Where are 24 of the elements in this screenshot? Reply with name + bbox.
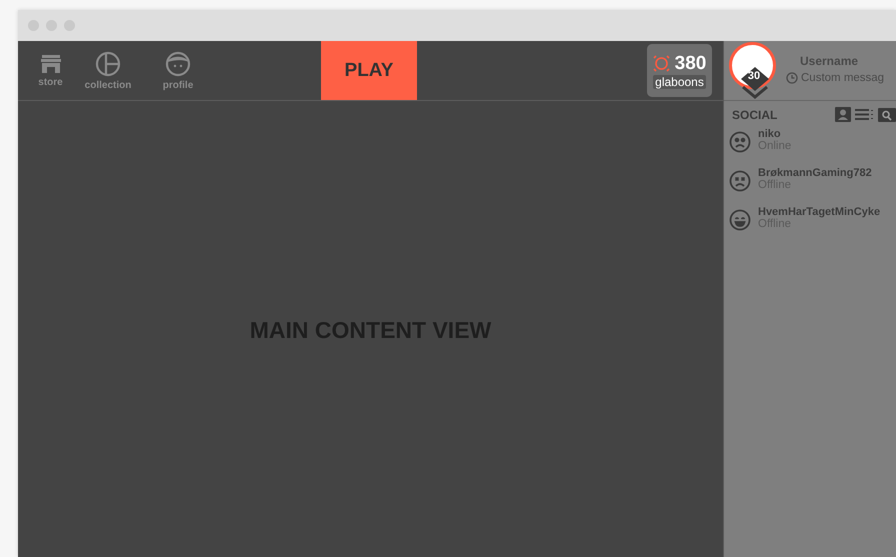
level-badge — [739, 67, 771, 99]
social-title: SOCIAL — [732, 108, 778, 122]
nav-button[interactable]: collection — [73, 50, 143, 90]
happy-face-icon — [729, 209, 751, 231]
pie-chart-icon — [95, 50, 121, 76]
list-icon[interactable] — [855, 108, 874, 121]
play-button[interactable]: PLAY — [321, 41, 417, 100]
nav-button[interactable]: store — [28, 54, 73, 88]
level-number: 30 — [746, 70, 762, 82]
sad-face-icon — [729, 131, 751, 153]
coin-icon — [652, 55, 670, 72]
search-icon[interactable] — [878, 108, 896, 122]
clock-icon — [786, 72, 798, 84]
dizzy-face-icon — [729, 170, 751, 192]
friend-name: niko — [758, 128, 782, 140]
currency-badge[interactable]: 380 glaboons — [647, 44, 712, 97]
nav-button[interactable]: profile — [143, 50, 213, 90]
friend-name: BrøkmannGaming782 — [758, 167, 872, 179]
currency-amount: 380 — [674, 52, 706, 74]
store-icon — [40, 54, 62, 74]
friend-name: HvemHarTagetMinCyke — [758, 206, 880, 218]
face-icon — [165, 50, 191, 76]
person-icon[interactable] — [835, 107, 851, 122]
currency-label: glaboons — [653, 74, 706, 88]
